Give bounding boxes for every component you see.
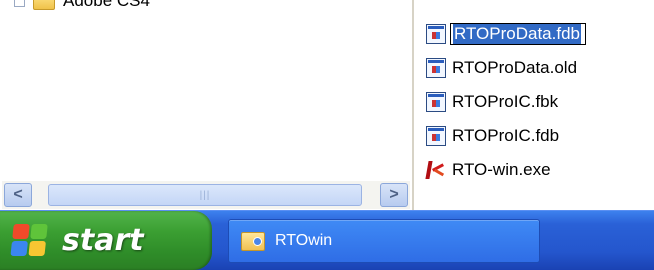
file-name: RTOProIC.fdb [452,126,560,145]
rename-text[interactable]: RTOProData.fdb [453,24,581,44]
taskbar-button-label: RTOwin [275,232,333,249]
file-item-rtoprodata-fdb[interactable]: RTOProData.fdb [426,20,586,48]
file-list-pane: RTOProData.fdb RTOProData.old RTOProIC.f… [414,0,654,210]
taskbar-button-rtowin[interactable]: RTOwin [228,219,540,263]
folder-icon [241,231,265,251]
windows-logo-icon [10,223,52,258]
grip-icon: ||| [199,189,211,201]
file-name: RTOProData.old [452,58,578,77]
database-file-icon [426,58,446,78]
horizontal-scrollbar[interactable]: < ||| > [2,180,410,209]
application-exe-icon [425,160,446,180]
expand-icon[interactable] [14,0,25,7]
tree-item-label: Adobe CS4 [63,0,150,10]
database-file-icon [426,24,446,44]
folder-icon [33,0,55,10]
scroll-left-button[interactable]: < [4,183,32,207]
file-name: RTOProIC.fbk [452,92,559,111]
file-item-rtoproic-fbk[interactable]: RTOProIC.fbk [426,88,558,116]
taskbar: start RTOwin [0,210,654,270]
database-file-icon [426,92,446,112]
file-item-rtoprodata-old[interactable]: RTOProData.old [426,54,577,82]
file-item-rtoproic-fdb[interactable]: RTOProIC.fdb [426,122,559,150]
start-label: start [62,223,144,258]
tree-item-adobe-cs4[interactable]: Adobe CS4 [14,0,150,12]
file-name: RTO-win.exe [452,160,551,179]
scroll-right-button[interactable]: > [380,183,408,207]
scrollbar-thumb[interactable]: ||| [48,184,362,206]
database-file-icon [426,126,446,146]
rename-input[interactable]: RTOProData.fdb [450,23,586,45]
folder-tree-pane: Adobe CS4 < ||| > [0,0,412,210]
start-button[interactable]: start [0,211,212,270]
file-item-rto-win-exe[interactable]: RTO-win.exe [425,156,551,184]
